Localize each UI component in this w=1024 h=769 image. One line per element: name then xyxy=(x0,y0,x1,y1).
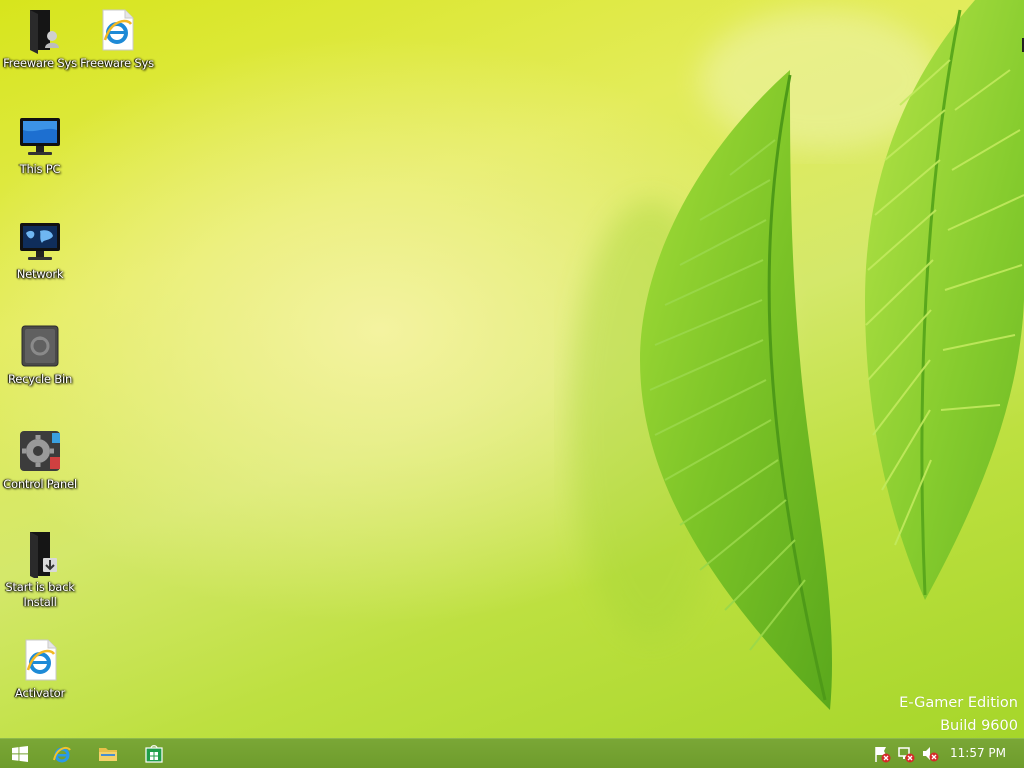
start-button[interactable] xyxy=(0,739,40,769)
desktop-icon-label: Activator xyxy=(14,686,66,700)
file-explorer-icon xyxy=(99,748,117,761)
taskbar: 11:57 PM xyxy=(0,738,1024,768)
ie-document-icon xyxy=(25,639,57,681)
desktop-icon-label: Freeware Sys xyxy=(80,56,154,70)
taskbar-clock[interactable]: 11:57 PM xyxy=(950,746,1006,760)
desktop-icon-freeware-sys-folder[interactable]: Freeware Sys xyxy=(0,6,80,71)
taskbar-file-explorer[interactable] xyxy=(88,739,128,769)
desktop-icon-label: Freeware Sys xyxy=(3,56,77,70)
store-icon xyxy=(145,745,163,763)
installer-icon xyxy=(30,532,57,578)
control-panel-icon xyxy=(20,431,60,471)
desktop-icon-label: Network xyxy=(16,267,64,281)
desktop-icon-freeware-sys-shortcut[interactable]: Freeware Sys xyxy=(77,6,157,71)
ie-document-icon xyxy=(102,9,134,51)
desktop-icon-label: Start is back Install xyxy=(5,580,75,609)
desktop-icon-label: Control Panel xyxy=(3,477,77,491)
volume-muted-icon[interactable] xyxy=(921,745,939,763)
desktop-icon-recycle-bin[interactable]: Recycle Bin xyxy=(0,322,80,387)
folder-user-icon xyxy=(30,10,59,54)
desktop-icon-label: Recycle Bin xyxy=(7,372,73,386)
taskbar-internet-explorer[interactable] xyxy=(42,739,82,769)
desktop-icon-label: This PC xyxy=(19,162,61,176)
desktop-icon-control-panel[interactable]: Control Panel xyxy=(0,427,80,492)
desktop-icon-network[interactable]: Network xyxy=(0,217,80,282)
desktop-icon-this-pc[interactable]: This PC xyxy=(0,112,80,177)
network-error-icon[interactable] xyxy=(897,745,915,763)
taskbar-store[interactable] xyxy=(134,739,174,769)
edition-text: E-Gamer Edition xyxy=(899,695,1018,711)
build-text: Build 9600 xyxy=(940,718,1018,734)
internet-explorer-icon xyxy=(53,746,71,763)
desktop[interactable]: Freeware Sys Freeware Sys This PC Networ… xyxy=(0,0,1024,738)
leaf-wallpaper xyxy=(570,0,1024,710)
monitor-icon xyxy=(20,118,60,155)
start-icon xyxy=(12,746,28,762)
network-monitor-icon xyxy=(20,223,60,260)
desktop-icon-start-is-back-install[interactable]: Start is back Install xyxy=(0,530,80,610)
desktop-icon-activator[interactable]: Activator xyxy=(0,636,80,701)
edition-watermark: E-Gamer Edition Build 9600 xyxy=(899,692,1018,738)
recycle-bin-icon xyxy=(21,325,59,367)
action-center-flag-icon[interactable] xyxy=(873,745,891,763)
